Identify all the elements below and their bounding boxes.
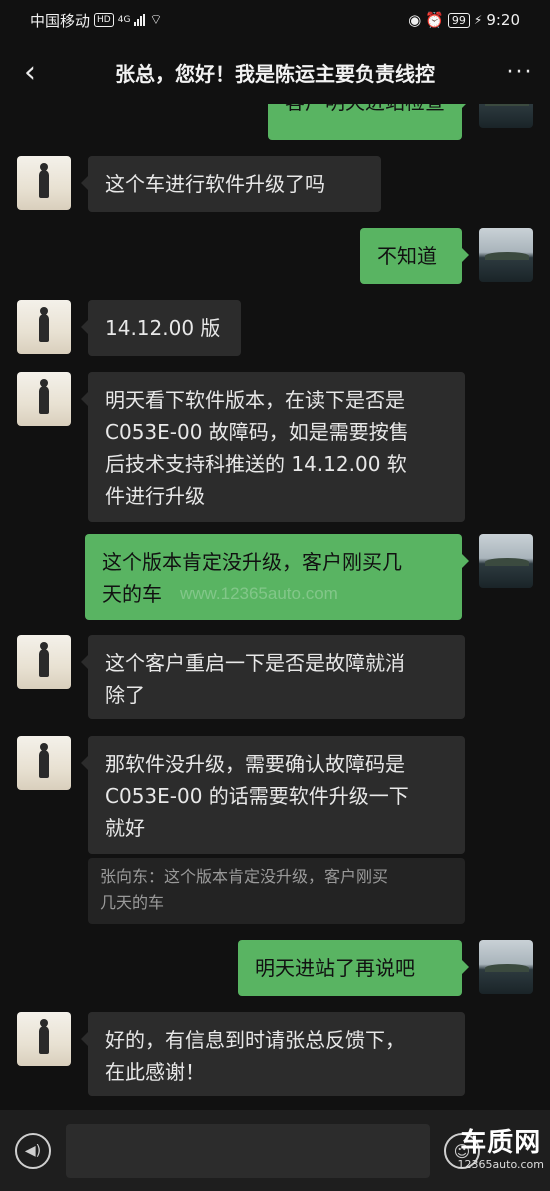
message-line: C053E-00 的话需要软件升级一下 <box>105 784 409 808</box>
wifi-icon: ⌔ <box>149 12 163 28</box>
chevron-left-icon[interactable]: ‹ <box>0 55 60 90</box>
message-line: 除了 <box>105 683 145 707</box>
message-text: 这个车进行软件升级了吗 <box>105 172 325 196</box>
message-input[interactable] <box>66 1124 430 1178</box>
more-dots-icon[interactable]: ··· <box>490 60 550 85</box>
alarm-icon: ⏰ <box>425 11 444 29</box>
message-bubble[interactable]: 这个车进行软件升级了吗 <box>81 156 381 212</box>
message-line: 这个版本肯定没升级，客户刚买几 <box>102 550 402 574</box>
message-bubble[interactable]: 这个版本肯定没升级，客户刚买几 天的车 <box>85 534 469 620</box>
avatar[interactable] <box>479 534 533 588</box>
message-bubble[interactable]: 这个客户重启一下是否是故障就消 除了 <box>81 635 465 719</box>
message-line: 这个客户重启一下是否是故障就消 <box>105 651 405 675</box>
message-line: 在此感谢！ <box>105 1060 205 1084</box>
avatar[interactable] <box>479 940 533 994</box>
input-bar: ◀) ☺ 车质网 12365auto.com <box>0 1110 550 1191</box>
brand-url: 12365auto.com <box>457 1158 544 1171</box>
message-line: 天的车 <box>102 582 162 606</box>
status-left: 中国移动 HD 4G ⌔ <box>30 10 163 31</box>
avatar[interactable] <box>479 228 533 282</box>
message-line: C053E-00 故障码，如是需要按售 <box>105 420 409 444</box>
voice-icon[interactable]: ◀) <box>15 1133 51 1169</box>
message-bubble[interactable]: 明天看下软件版本，在读下是否是 C053E-00 故障码，如是需要按售 后技术支… <box>81 372 465 522</box>
avatar[interactable] <box>17 156 71 210</box>
message-text: 不知道 <box>377 244 437 268</box>
avatar[interactable] <box>17 300 71 354</box>
message-bubble[interactable]: 明天进站了再说吧 <box>238 940 469 996</box>
charging-icon: ⚡ <box>473 13 483 27</box>
message-bubble[interactable]: 客户明天进站检查 <box>268 104 469 140</box>
quoted-message[interactable]: 张向东：这个版本肯定没升级，客户刚买 几天的车 <box>88 858 465 924</box>
clock: 9:20 <box>486 11 520 29</box>
message-line: 好的，有信息到时请张总反馈下， <box>105 1028 405 1052</box>
brand-name: 车质网 <box>460 1128 542 1158</box>
message-bubble[interactable]: 14.12.00 版 <box>81 300 241 356</box>
avatar[interactable] <box>17 736 71 790</box>
hd-badge: HD <box>94 13 114 27</box>
avatar[interactable] <box>479 104 533 128</box>
battery-indicator: 99 <box>447 12 470 28</box>
chat-title: 张总，您好！我是陈运主要负责线控 <box>115 61 435 86</box>
quote-line: 几天的车 <box>100 893 165 912</box>
message-line: 那软件没升级，需要确认故障码是 <box>105 752 405 776</box>
signal-icon <box>134 14 146 26</box>
carrier-label: 中国移动 <box>30 11 91 30</box>
message-line: 件进行升级 <box>105 484 205 508</box>
message-list[interactable]: 客户明天进站检查 这个车进行软件升级了吗 不知道 14.12.00 版 明天看下… <box>0 104 550 1110</box>
chat-header: ‹ 张总，您好！我是陈运主要负责线控 ··· <box>0 40 550 104</box>
status-bar: 中国移动 HD 4G ⌔ ◉ ⏰ 99 ⚡ 9:20 <box>0 0 550 40</box>
message-line: 明天看下软件版本，在读下是否是 <box>105 388 405 412</box>
message-text: 14.12.00 版 <box>105 316 221 340</box>
message-text: 明天进站了再说吧 <box>255 956 415 980</box>
message-text: 客户明天进站检查 <box>285 104 445 114</box>
message-bubble[interactable]: 好的，有信息到时请张总反馈下， 在此感谢！ <box>81 1012 465 1096</box>
status-right: ◉ ⏰ 99 ⚡ 9:20 <box>408 11 520 29</box>
avatar[interactable] <box>17 635 71 689</box>
message-bubble[interactable]: 不知道 <box>360 228 469 284</box>
avatar[interactable] <box>17 372 71 426</box>
brand-logo: 车质网 12365auto.com <box>457 1128 544 1171</box>
avatar[interactable] <box>17 1012 71 1066</box>
quote-line: 张向东：这个版本肯定没升级，客户刚买 <box>100 867 389 886</box>
network-label: 4G <box>117 15 131 25</box>
message-bubble[interactable]: 那软件没升级，需要确认故障码是 C053E-00 的话需要软件升级一下 就好 <box>81 736 465 854</box>
message-line: 后技术支持科推送的 14.12.00 软 <box>105 452 407 476</box>
message-line: 就好 <box>105 816 145 840</box>
eye-icon: ◉ <box>408 11 422 29</box>
